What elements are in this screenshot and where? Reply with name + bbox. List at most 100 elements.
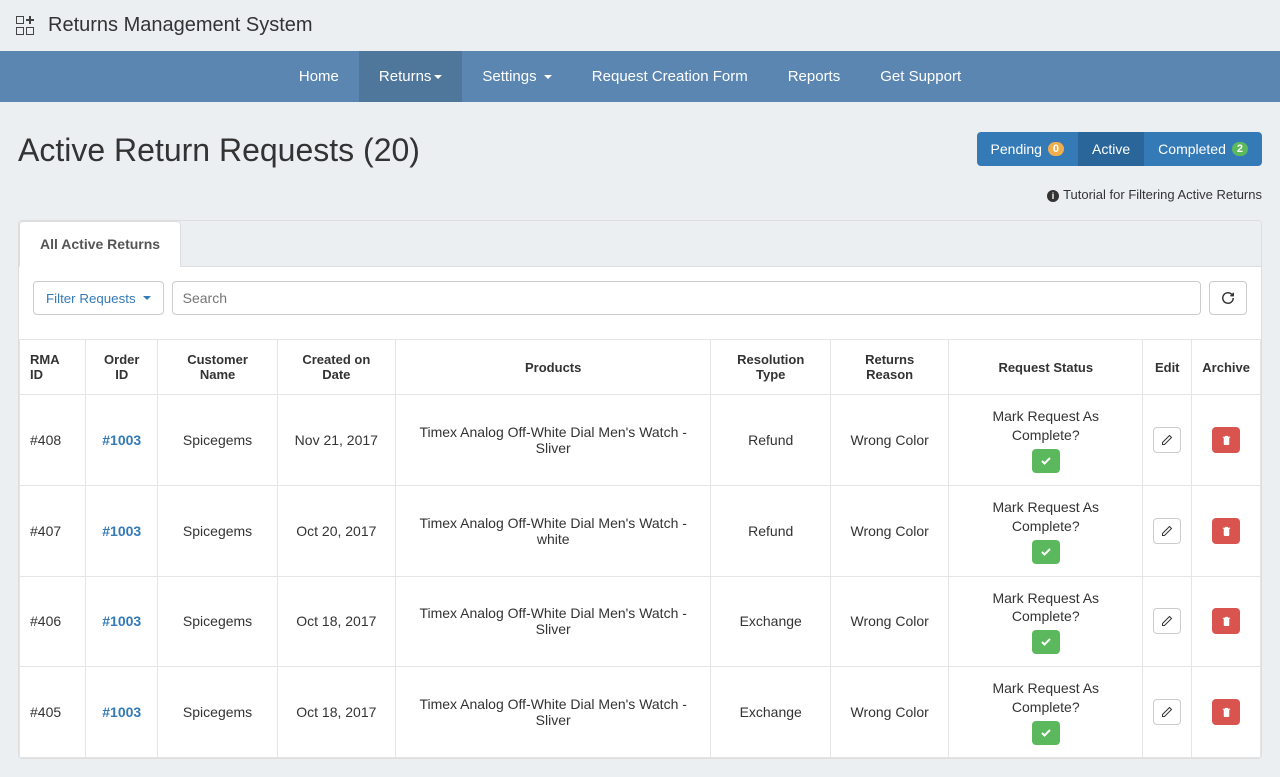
nav-reports[interactable]: Reports <box>768 51 861 102</box>
mark-complete-button[interactable] <box>1032 449 1060 473</box>
filter-label: Filter Requests <box>46 291 136 306</box>
edit-button[interactable] <box>1153 608 1181 634</box>
page-title: Active Return Requests (20) <box>18 132 420 169</box>
cell-reason: Wrong Color <box>831 395 949 486</box>
edit-button[interactable] <box>1153 518 1181 544</box>
cell-rma-id: #408 <box>20 395 86 486</box>
pending-count-badge: 0 <box>1048 142 1064 156</box>
col-rma-id: RMA ID <box>20 340 86 395</box>
cell-resolution: Refund <box>711 485 831 576</box>
status-tab-pending[interactable]: Pending 0 <box>977 132 1079 166</box>
app-title: Returns Management System <box>48 14 313 37</box>
order-link[interactable]: #1003 <box>102 704 141 720</box>
cell-customer: Spicegems <box>158 667 277 758</box>
cell-status: Mark Request As Complete? <box>949 485 1143 576</box>
col-archive: Archive <box>1192 340 1261 395</box>
cell-reason: Wrong Color <box>831 576 949 667</box>
cell-product: Timex Analog Off-White Dial Men's Watch … <box>395 395 710 486</box>
cell-edit <box>1143 485 1192 576</box>
cell-product: Timex Analog Off-White Dial Men's Watch … <box>395 485 710 576</box>
col-products: Products <box>395 340 710 395</box>
edit-button[interactable] <box>1153 699 1181 725</box>
cell-product: Timex Analog Off-White Dial Men's Watch … <box>395 576 710 667</box>
filter-requests-button[interactable]: Filter Requests <box>33 281 164 315</box>
cell-resolution: Exchange <box>711 576 831 667</box>
col-customer: Customer Name <box>158 340 277 395</box>
nav-home[interactable]: Home <box>279 51 359 102</box>
cell-order-id: #1003 <box>86 667 158 758</box>
returns-panel: All Active Returns Filter Requests RMA I… <box>18 220 1262 759</box>
col-reason: Returns Reason <box>831 340 949 395</box>
cell-edit <box>1143 667 1192 758</box>
col-created: Created on Date <box>277 340 395 395</box>
cell-edit <box>1143 395 1192 486</box>
table-row: #406#1003SpicegemsOct 18, 2017Timex Anal… <box>20 576 1261 667</box>
edit-button[interactable] <box>1153 427 1181 453</box>
archive-button[interactable] <box>1212 518 1240 544</box>
cell-order-id: #1003 <box>86 395 158 486</box>
app-grid-icon <box>16 16 36 36</box>
cell-resolution: Exchange <box>711 667 831 758</box>
cell-product: Timex Analog Off-White Dial Men's Watch … <box>395 667 710 758</box>
chevron-down-icon <box>434 75 442 79</box>
cell-resolution: Refund <box>711 395 831 486</box>
cell-edit <box>1143 576 1192 667</box>
cell-status: Mark Request As Complete? <box>949 395 1143 486</box>
cell-created: Oct 18, 2017 <box>277 667 395 758</box>
col-edit: Edit <box>1143 340 1192 395</box>
status-tab-active[interactable]: Active <box>1078 132 1144 166</box>
status-tab-completed[interactable]: Completed 2 <box>1144 132 1262 166</box>
table-row: #407#1003SpicegemsOct 20, 2017Timex Anal… <box>20 485 1261 576</box>
refresh-button[interactable] <box>1209 281 1247 315</box>
cell-customer: Spicegems <box>158 395 277 486</box>
col-status: Request Status <box>949 340 1143 395</box>
cell-status: Mark Request As Complete? <box>949 667 1143 758</box>
mark-complete-button[interactable] <box>1032 630 1060 654</box>
nav-returns[interactable]: Returns <box>359 51 463 102</box>
status-tab-completed-label: Completed <box>1158 141 1226 157</box>
status-prompt: Mark Request As Complete? <box>959 407 1132 445</box>
nav-returns-label: Returns <box>379 68 432 85</box>
cell-customer: Spicegems <box>158 485 277 576</box>
cell-customer: Spicegems <box>158 576 277 667</box>
tutorial-link[interactable]: i Tutorial for Filtering Active Returns <box>1047 187 1262 202</box>
order-link[interactable]: #1003 <box>102 613 141 629</box>
status-prompt: Mark Request As Complete? <box>959 498 1132 536</box>
table-row: #408 #1003 SpicegemsNov 21, 2017Timex Anal… <box>20 395 1261 486</box>
cell-rma-id: #405 <box>20 667 86 758</box>
chevron-down-icon <box>544 75 552 79</box>
tab-all-active-returns[interactable]: All Active Returns <box>19 221 181 267</box>
nav-support[interactable]: Get Support <box>860 51 981 102</box>
cell-order-id: #1003 <box>86 485 158 576</box>
order-link[interactable]: #1003 <box>102 523 141 539</box>
cell-archive <box>1192 576 1261 667</box>
status-prompt: Mark Request As Complete? <box>959 589 1132 627</box>
archive-button[interactable] <box>1212 608 1240 634</box>
col-order-id: Order ID <box>86 340 158 395</box>
status-prompt: Mark Request As Complete? <box>959 679 1132 717</box>
nav-request-form[interactable]: Request Creation Form <box>572 51 768 102</box>
completed-count-badge: 2 <box>1232 142 1248 156</box>
archive-button[interactable] <box>1212 427 1240 453</box>
nav-settings[interactable]: Settings <box>462 51 571 102</box>
cell-reason: Wrong Color <box>831 485 949 576</box>
table-row: #405 #1003 SpicegemsOct 18, 2017Timex Anal… <box>20 667 1261 758</box>
cell-status: Mark Request As Complete? <box>949 576 1143 667</box>
mark-complete-button[interactable] <box>1032 721 1060 745</box>
cell-archive <box>1192 667 1261 758</box>
search-input[interactable] <box>172 281 1201 315</box>
tutorial-text: Tutorial for Filtering Active Returns <box>1063 187 1262 202</box>
cell-created: Nov 21, 2017 <box>277 395 395 486</box>
cell-reason: Wrong Color <box>831 667 949 758</box>
cell-created: Oct 18, 2017 <box>277 576 395 667</box>
returns-table: RMA ID Order ID Customer Name Created on… <box>19 339 1261 758</box>
mark-complete-button[interactable] <box>1032 540 1060 564</box>
status-filter-group: Pending 0 Active Completed 2 <box>977 132 1262 166</box>
cell-order-id: #1003 <box>86 576 158 667</box>
cell-rma-id: #407 <box>20 485 86 576</box>
main-nav: Home Returns Settings Request Creation F… <box>0 51 1280 102</box>
archive-button[interactable] <box>1212 699 1240 725</box>
status-tab-active-label: Active <box>1092 141 1130 157</box>
info-icon: i <box>1047 190 1059 202</box>
order-link[interactable]: #1003 <box>102 432 141 448</box>
